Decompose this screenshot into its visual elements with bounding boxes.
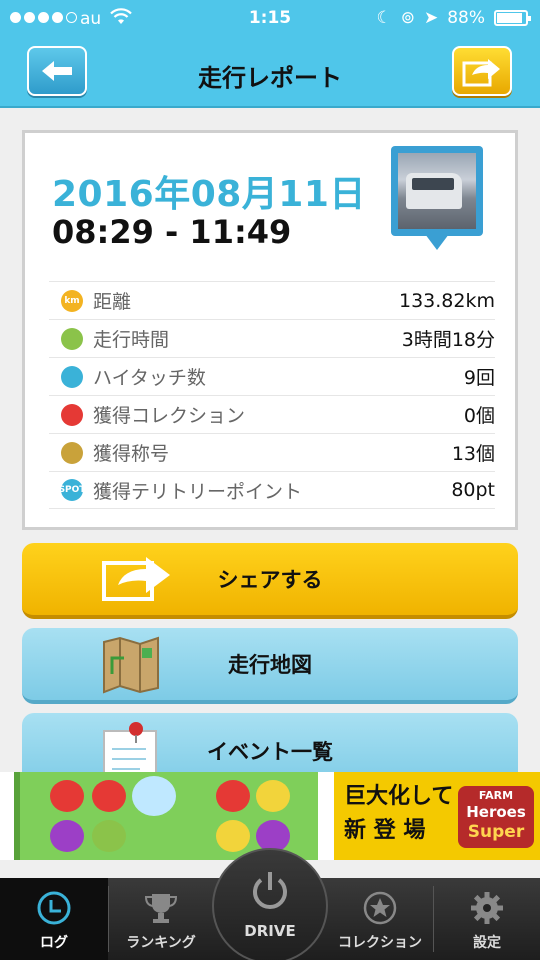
ad-text: 巨大化して 新 登 場 (344, 780, 453, 848)
share-arrow-icon (100, 549, 176, 610)
share-button[interactable]: シェアする (22, 543, 518, 619)
tab-divider (433, 886, 434, 952)
pea-icon (92, 820, 126, 852)
medal-icon (61, 441, 83, 464)
star-icon (362, 890, 398, 926)
share-header-button[interactable] (452, 46, 512, 96)
clock-icon (36, 890, 72, 926)
tab-log[interactable]: ログ (0, 878, 108, 960)
vehicle-photo (398, 153, 476, 229)
hand-icon (61, 365, 83, 388)
power-icon (253, 872, 287, 909)
report-date: 2016年08月11日 (52, 174, 366, 215)
route-map-button[interactable]: 走行地図 (22, 628, 518, 704)
pin-tip (425, 234, 449, 250)
tomato-icon (216, 780, 250, 812)
ad-logo-line1: FARM (478, 789, 514, 802)
tab-log-label: ログ (40, 935, 68, 951)
tomato-icon (50, 780, 84, 812)
ad-text-line1: 巨大化して (344, 784, 454, 809)
rotation-lock-icon: ⊚ (400, 8, 415, 28)
location-icon: ➤ (423, 8, 439, 28)
share-arrow-icon (462, 59, 500, 87)
share-button-label: シェアする (217, 568, 323, 592)
stat-value: 9回 (463, 367, 495, 389)
tab-collection[interactable]: コレクション (326, 878, 434, 960)
stat-row: km 距離 133.82km (49, 281, 495, 319)
status-bar: au 1:15 ☾ ⊚ ➤ 88% (0, 0, 540, 38)
clock-icon (61, 327, 83, 350)
stat-value: 3時間18分 (401, 329, 495, 351)
onion-icon (50, 820, 84, 852)
stat-value: 0個 (463, 405, 495, 427)
photo-frame (391, 146, 483, 236)
ad-text-panel: 巨大化して 新 登 場 FARM Heroes Super (334, 772, 540, 860)
stat-label: 獲得コレクション (93, 405, 246, 427)
km-icon: km (61, 289, 83, 312)
stats-list: km 距離 133.82km 走行時間 3時間18分ハイタッチ数 9回獲得コレクション 0個… (49, 281, 495, 509)
event-list-button-label: イベント一覧 (207, 740, 333, 764)
map-icon (100, 634, 162, 701)
stat-value: 13個 (451, 443, 495, 465)
stat-row: 走行時間 3時間18分 (49, 319, 495, 357)
ad-banner[interactable]: 巨大化して 新 登 場 FARM Heroes Super (0, 772, 540, 860)
drive-label: DRIVE (244, 922, 296, 940)
tomato-icon (92, 780, 126, 812)
ad-text-line2: 新 登 場 (344, 818, 426, 843)
drive-content: DRIVE (226, 868, 314, 940)
stat-row: 獲得コレクション 0個 (49, 395, 495, 433)
stat-row: SPOT 獲得テリトリーポイント 80pt (49, 471, 495, 509)
spot-icon: SPOT (59, 479, 85, 501)
banana-icon (256, 780, 290, 812)
water-drop-icon (132, 776, 176, 816)
tab-settings[interactable]: 設定 (434, 878, 540, 960)
stat-row: 獲得称号 13個 (49, 433, 495, 471)
stat-row: ハイタッチ数 9回 (49, 357, 495, 395)
report-time-range: 08:29 - 11:49 (52, 213, 292, 251)
battery-percent: 88% (447, 8, 485, 28)
ad-logo-line2: Heroes (466, 803, 526, 821)
moon-icon: ☾ (376, 8, 392, 28)
report-card: 2016年08月11日 08:29 - 11:49 km 距離 133.82km 走行… (22, 130, 518, 530)
route-map-button-label: 走行地図 (228, 653, 312, 677)
stat-value: 80pt (451, 479, 495, 501)
photo-pin[interactable] (391, 146, 483, 266)
battery-icon (494, 10, 531, 26)
car-icon (61, 403, 83, 426)
gear-icon (469, 890, 505, 926)
ad-logo-line3: Super (467, 822, 525, 842)
ad-game-image (14, 772, 318, 860)
stat-label: 距離 (93, 291, 132, 313)
tab-settings-label: 設定 (473, 935, 501, 951)
ad-logo: FARM Heroes Super (458, 786, 534, 848)
trophy-icon (143, 890, 179, 926)
stat-label: 獲得テリトリーポイント (93, 480, 303, 503)
stat-label: 走行時間 (93, 329, 170, 351)
tab-ranking[interactable]: ランキング (108, 878, 214, 960)
tab-divider (108, 886, 109, 952)
tab-ranking-label: ランキング (126, 935, 196, 951)
tab-collection-label: コレクション (338, 935, 422, 951)
stat-label: ハイタッチ数 (93, 367, 206, 389)
stat-label: 獲得称号 (93, 443, 170, 465)
stat-value: 133.82km (399, 289, 495, 312)
nav-header: 走行レポート (0, 38, 540, 108)
banana-icon (216, 820, 250, 852)
